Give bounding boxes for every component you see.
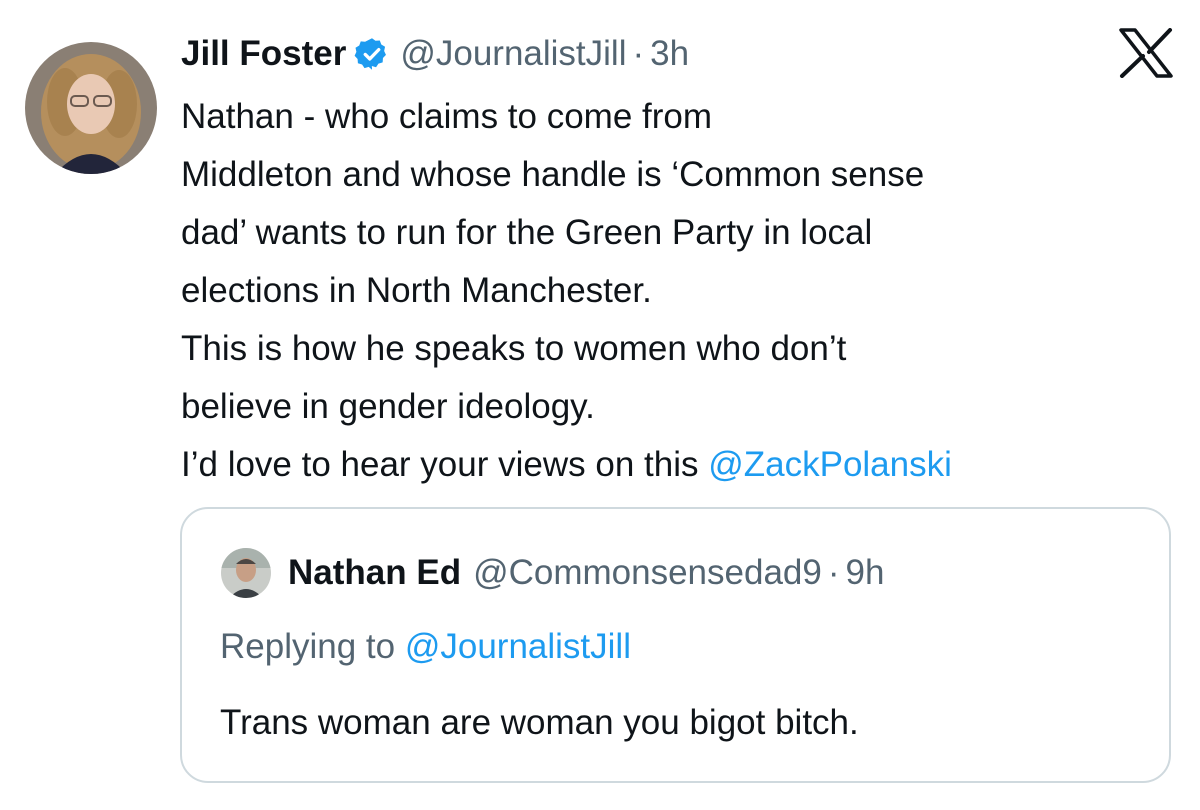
tweet-body-text: I’d love to hear your views on this: [181, 445, 709, 484]
quoted-author-avatar[interactable]: [221, 548, 271, 598]
author-avatar[interactable]: [25, 42, 157, 174]
author-handle[interactable]: @JournalistJill: [400, 34, 626, 74]
x-logo-icon[interactable]: [1119, 28, 1173, 78]
author-avatar-image: [25, 42, 157, 174]
replying-to-label: Replying to: [220, 627, 405, 666]
tweet-body-line: Nathan - who claims to come from: [181, 97, 713, 136]
tweet-body-line: This is how he speaks to women who don’t: [181, 329, 847, 368]
verified-badge-icon: [354, 36, 390, 72]
quoted-author-handle[interactable]: @Commonsensedad9: [473, 553, 822, 593]
author-display-name[interactable]: Jill Foster: [181, 34, 346, 74]
tweet-body-line: elections in North Manchester.: [181, 271, 652, 310]
quoted-header-separator: ·: [827, 553, 840, 592]
quoted-tweet-text: Trans woman are woman you bigot bitch.: [220, 703, 859, 742]
mention-link[interactable]: @ZackPolanski: [708, 445, 952, 484]
replying-to-handle-link[interactable]: @JournalistJill: [405, 627, 631, 666]
tweet[interactable]: Jill Foster @JournalistJill · 3h Nathan …: [0, 0, 1200, 810]
replying-to-line: Replying to @JournalistJill: [220, 627, 631, 667]
tweet-body-line: believe in gender ideology.: [181, 387, 595, 426]
tweet-body-line: Middleton and whose handle is ‘Common se…: [181, 155, 925, 194]
tweet-body: Nathan - who claims to come from Middlet…: [181, 88, 1181, 494]
tweet-body-last-line: I’d love to hear your views on this @Zac…: [181, 436, 1181, 494]
header-separator: ·: [632, 34, 645, 73]
quoted-tweet-header: Nathan Ed @Commonsensedad9 · 9h: [288, 547, 884, 599]
quoted-author-display-name[interactable]: Nathan Ed: [288, 553, 461, 593]
quoted-tweet-timestamp[interactable]: 9h: [846, 553, 885, 593]
tweet-body-line: dad’ wants to run for the Green Party in…: [181, 213, 873, 252]
tweet-header: Jill Foster @JournalistJill · 3h: [181, 28, 689, 80]
tweet-timestamp[interactable]: 3h: [650, 34, 689, 74]
quoted-tweet-card[interactable]: Nathan Ed @Commonsensedad9 · 9h Replying…: [180, 507, 1171, 783]
quoted-author-avatar-image: [221, 548, 271, 598]
